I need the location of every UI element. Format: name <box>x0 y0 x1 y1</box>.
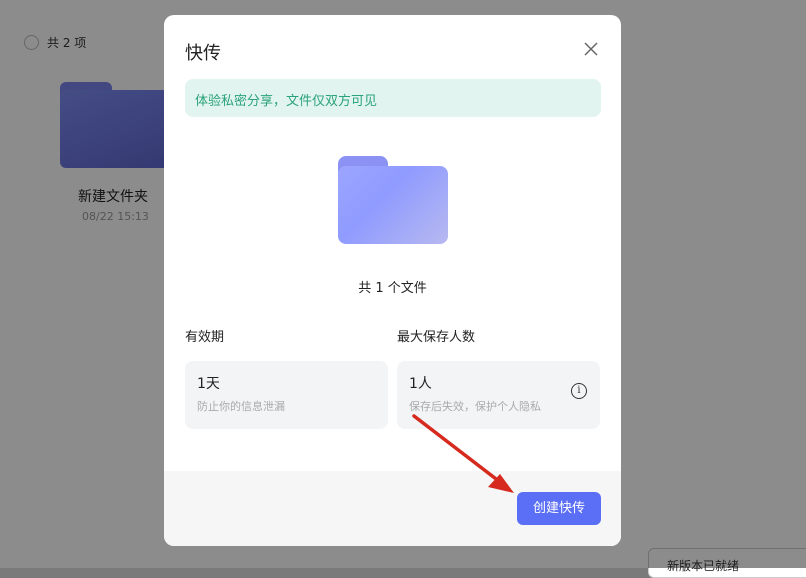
max-savers-hint: 保存后失效，保护个人隐私 <box>409 400 541 413</box>
max-savers-selector[interactable]: 1人 保存后失效，保护个人隐私 i <box>397 361 600 429</box>
validity-selector[interactable]: 1天 防止你的信息泄漏 <box>185 361 388 429</box>
validity-label: 有效期 <box>185 330 225 345</box>
max-savers-value: 1人 <box>409 376 432 392</box>
dialog-title: 快传 <box>185 43 221 64</box>
folder-icon <box>338 156 448 244</box>
validity-value: 1天 <box>197 376 220 392</box>
privacy-banner: 体验私密分享，文件仅双方可见 <box>185 79 601 117</box>
info-icon[interactable]: i <box>571 383 587 399</box>
quick-transfer-dialog: 快传 体验私密分享，文件仅双方可见 共 1 个文件 有效期 最大保存人数 1天 … <box>164 15 621 546</box>
create-quick-transfer-button[interactable]: 创建快传 <box>517 492 601 525</box>
close-icon[interactable] <box>581 39 601 59</box>
validity-hint: 防止你的信息泄漏 <box>197 400 285 413</box>
max-savers-label: 最大保存人数 <box>397 330 476 345</box>
file-count: 共 1 个文件 <box>358 281 427 296</box>
